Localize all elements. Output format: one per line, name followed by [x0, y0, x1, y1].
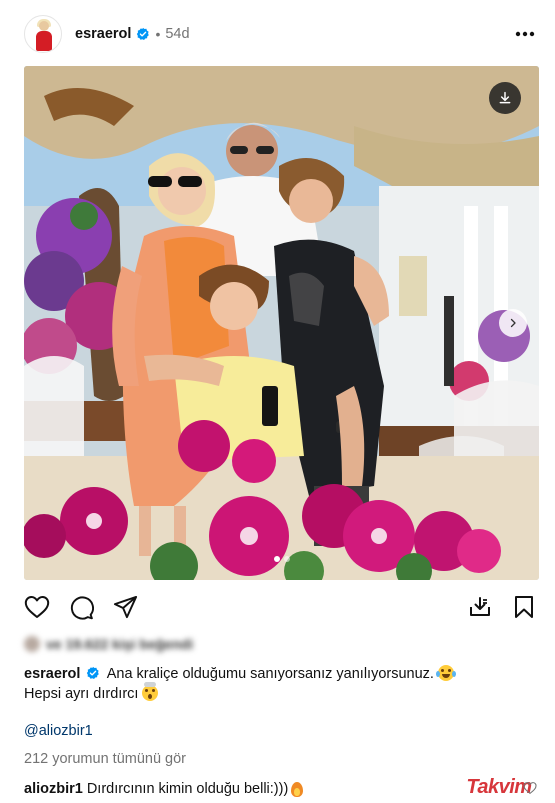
more-options-button[interactable]: [513, 22, 537, 46]
caption-username[interactable]: esraerol: [24, 666, 80, 682]
post-photo[interactable]: [24, 66, 539, 580]
caption-line-1: esraerol Ana kraliçe olduğumu sanıyorsan…: [24, 664, 537, 684]
post-caption: esraerol Ana kraliçe olduğumu sanıyorsan…: [24, 664, 537, 704]
comment-icon: [70, 595, 94, 620]
liker-avatar: [24, 636, 40, 652]
chevron-right-icon: [510, 318, 516, 328]
header-separator: •: [155, 26, 161, 42]
view-all-comments-link[interactable]: 212 yorumun tümünü gör: [24, 751, 186, 767]
download-tray-icon: [470, 597, 490, 616]
like-button[interactable]: [24, 594, 50, 620]
post-header: esraerol • 54d: [24, 14, 537, 54]
heart-icon: [24, 596, 50, 618]
tears-of-joy-emoji-icon: [435, 665, 456, 681]
download-icon: [499, 91, 511, 104]
instagram-post: esraerol • 54d ve 19.622 kişi beğendi es…: [0, 0, 555, 803]
avatar[interactable]: [24, 15, 62, 53]
caption-text-line-1: Ana kraliçe olduğumu sanıyorsanız yanılı…: [106, 666, 434, 682]
save-button[interactable]: [511, 594, 537, 620]
username-link[interactable]: esraerol: [75, 26, 131, 42]
verified-badge-icon: [87, 666, 100, 679]
carousel-dot-active: [273, 556, 280, 562]
carousel-next-button[interactable]: [499, 309, 527, 337]
mention-link[interactable]: @aliozbir1: [24, 723, 93, 739]
carousel-dot: [283, 556, 290, 562]
watermark-text: Takvim: [466, 776, 532, 798]
verified-badge-icon: [137, 27, 150, 40]
post-age[interactable]: 54d: [165, 26, 189, 42]
likes-summary[interactable]: ve 19.622 kişi beğendi: [24, 634, 193, 654]
comment-like-heart-icon[interactable]: [523, 781, 537, 795]
download-button[interactable]: [489, 82, 521, 114]
fire-emoji-icon: [291, 781, 304, 797]
more-horizontal-icon: [515, 31, 535, 37]
bookmark-icon: [515, 596, 533, 618]
share-button[interactable]: [112, 594, 138, 620]
likes-text: ve 19.622 kişi beğendi: [46, 636, 194, 652]
post-actions: [24, 594, 537, 620]
download-post-button[interactable]: [467, 594, 493, 620]
caption-line-2: Hepsi ayrı dırdırcı: [24, 682, 537, 704]
caption-text-line-2: Hepsi ayrı dırdırcı: [24, 686, 139, 702]
carousel-indicator: [24, 556, 539, 562]
family-photo-image: [24, 66, 539, 580]
comment-button[interactable]: [68, 594, 94, 620]
send-icon: [113, 595, 137, 618]
exploding-head-emoji-icon: [142, 682, 159, 701]
comment-text: Dırdırcının kimin olduğu belli:))): [86, 781, 289, 797]
comment-username[interactable]: aliozbir1: [24, 781, 83, 797]
